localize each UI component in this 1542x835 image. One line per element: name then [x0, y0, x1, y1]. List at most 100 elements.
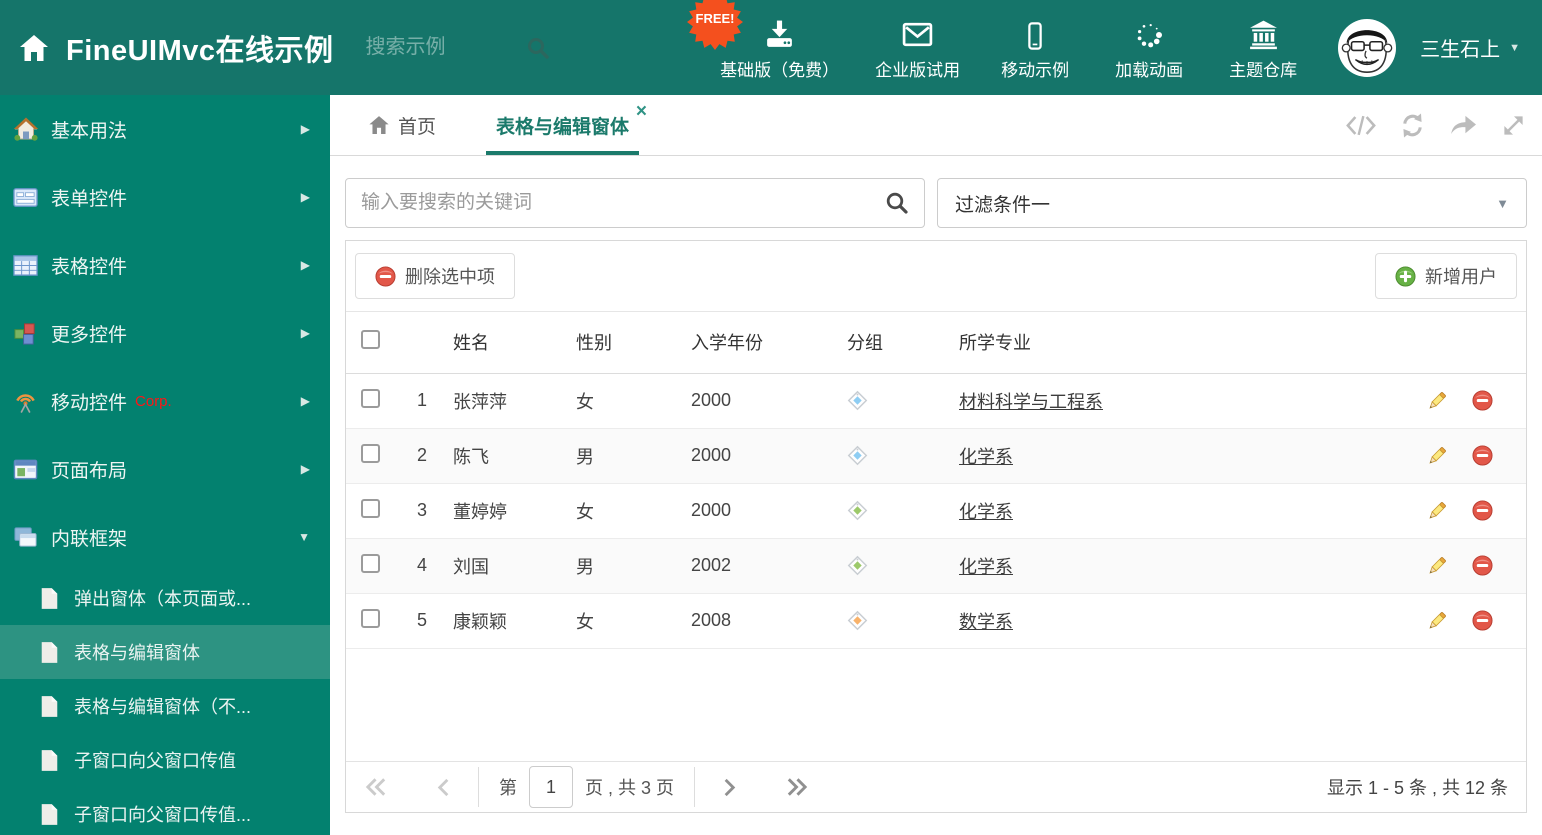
header-nav-theme-store[interactable]: 主题仓库: [1224, 15, 1302, 81]
page-number-input[interactable]: [529, 766, 573, 808]
delete-icon[interactable]: [1472, 610, 1493, 631]
chevron-right-icon: ▶: [300, 326, 310, 340]
page-suffix: 页 , 共 3 页: [585, 778, 675, 798]
delete-icon[interactable]: [1472, 500, 1493, 521]
home-icon[interactable]: [18, 31, 52, 65]
sidebar-subitem-grid-edit-window[interactable]: 表格与编辑窗体: [0, 625, 330, 679]
file-icon: [40, 641, 59, 664]
column-header-gender: 性别: [576, 333, 612, 354]
cell-name: 张萍萍: [453, 391, 507, 412]
search-icon[interactable]: [526, 36, 550, 60]
major-link[interactable]: 化学系: [959, 557, 1013, 577]
delete-icon[interactable]: [1472, 445, 1493, 466]
chevron-right-icon: ▶: [300, 394, 310, 408]
tag-icon: [847, 555, 868, 576]
grid-toolbar: 删除选中项 新增用户: [346, 241, 1526, 312]
page-prefix: 第: [499, 778, 517, 798]
sidebar-subitem-grid-edit-window-no[interactable]: 表格与编辑窗体（不...: [0, 679, 330, 733]
table-row: 5 康颖颖 女 2008 数学系: [346, 593, 1526, 648]
delete-icon[interactable]: [1472, 390, 1493, 411]
prev-page-icon[interactable]: [435, 776, 454, 799]
edit-icon[interactable]: [1426, 610, 1448, 632]
avatar[interactable]: [1338, 18, 1397, 77]
sidebar-item-mobile-controls[interactable]: 移动控件 Corp. ▶: [0, 367, 330, 435]
edit-icon[interactable]: [1426, 390, 1448, 412]
last-page-icon[interactable]: [784, 775, 809, 799]
search-icon[interactable]: [885, 191, 909, 215]
header-nav-label: 基础版（免费）: [720, 60, 840, 80]
header-nav-label: 主题仓库: [1229, 60, 1298, 80]
expand-icon[interactable]: [1501, 113, 1526, 138]
keyword-search-input[interactable]: [361, 192, 885, 214]
major-link[interactable]: 数学系: [959, 612, 1013, 632]
delete-icon[interactable]: [1472, 555, 1493, 576]
close-icon[interactable]: ×: [636, 102, 647, 121]
row-checkbox[interactable]: [361, 443, 380, 463]
row-number: 1: [416, 390, 427, 410]
next-page-icon[interactable]: [719, 776, 738, 799]
cell-gender: 女: [576, 611, 594, 632]
refresh-icon[interactable]: [1399, 112, 1426, 139]
sidebar-subitem-label: 表格与编辑窗体: [74, 643, 200, 663]
spinner-icon: [1133, 15, 1165, 51]
edit-icon[interactable]: [1426, 555, 1448, 577]
corp-badge: Corp.: [135, 392, 172, 410]
sidebar-subitem-child-to-parent[interactable]: 子窗口向父窗口传值: [0, 733, 330, 787]
tag-icon: [847, 445, 868, 466]
sidebar-subitem-popup-window[interactable]: 弹出窗体（本页面或...: [0, 571, 330, 625]
sidebar-item-grid-controls[interactable]: 表格控件 ▶: [0, 231, 330, 299]
sidebar-item-more-controls[interactable]: 更多控件 ▶: [0, 299, 330, 367]
sidebar-item-label: 页面布局: [51, 460, 128, 482]
edit-icon[interactable]: [1426, 500, 1448, 522]
sidebar-item-form-controls[interactable]: 表单控件 ▶: [0, 163, 330, 231]
tab-bar: 首页 表格与编辑窗体 ×: [330, 95, 1542, 156]
header-nav-label: 加载动画: [1115, 60, 1184, 80]
cell-name: 刘国: [453, 556, 489, 577]
sidebar-subitem-child-to-parent-2[interactable]: 子窗口向父窗口传值...: [0, 787, 330, 835]
sidebar-subitem-label: 子窗口向父窗口传值...: [74, 805, 252, 825]
column-header-year: 入学年份: [691, 333, 763, 354]
cell-gender: 男: [576, 556, 594, 577]
source-code-icon[interactable]: [1346, 113, 1376, 138]
header-search-input[interactable]: [365, 36, 526, 59]
tab-home[interactable]: 首页: [358, 95, 446, 155]
row-number: 4: [416, 555, 427, 575]
tab-grid-edit-window[interactable]: 表格与编辑窗体 ×: [486, 95, 647, 155]
cell-year: 2000: [691, 445, 732, 465]
header-nav-enterprise-trial[interactable]: 企业版试用: [875, 15, 960, 81]
header-nav-mobile-demo[interactable]: 移动示例: [996, 15, 1074, 81]
sidebar-item-basic-usage[interactable]: 基本用法 ▶: [0, 95, 330, 163]
table-row: 4 刘国 男 2002 化学系: [346, 538, 1526, 593]
delete-selected-button[interactable]: 删除选中项: [355, 253, 515, 299]
chevron-down-icon: ▼: [1496, 195, 1509, 211]
column-header-name: 姓名: [453, 333, 489, 354]
row-checkbox[interactable]: [361, 388, 380, 408]
edit-icon[interactable]: [1426, 445, 1448, 467]
row-checkbox[interactable]: [361, 553, 380, 573]
major-link[interactable]: 化学系: [959, 502, 1013, 522]
plus-circle-icon: [1395, 265, 1416, 287]
header-nav-basic-edition[interactable]: 基础版（免费）: [720, 15, 839, 81]
row-checkbox[interactable]: [361, 498, 380, 518]
row-checkbox[interactable]: [361, 608, 380, 628]
table-row: 3 董婷婷 女 2000 化学系: [346, 483, 1526, 538]
major-link[interactable]: 化学系: [959, 447, 1013, 467]
header-nav-loading-animation[interactable]: 加载动画: [1110, 15, 1188, 81]
user-menu[interactable]: 三生石上 ▼: [1420, 33, 1520, 62]
sidebar-subitem-label: 弹出窗体（本页面或...: [74, 589, 252, 609]
first-page-icon[interactable]: [364, 775, 389, 799]
envelope-icon: [901, 15, 934, 51]
cubes-icon: [13, 320, 39, 346]
row-number: 5: [416, 610, 427, 630]
sidebar-item-inline-frame[interactable]: 内联框架 ▼: [0, 503, 330, 571]
row-number: 2: [416, 445, 427, 465]
share-icon[interactable]: [1449, 113, 1478, 138]
select-all-checkbox[interactable]: [361, 330, 380, 350]
add-user-button[interactable]: 新增用户: [1375, 253, 1517, 299]
grid-panel: 删除选中项 新增用户 姓名 性别 入学年份 分组 所学专业 1 张萍萍 女 20…: [345, 240, 1527, 813]
major-link[interactable]: 材料科学与工程系: [959, 392, 1103, 412]
filter-dropdown[interactable]: 过滤条件一 ▼: [937, 178, 1527, 228]
chevron-right-icon: ▶: [300, 462, 310, 476]
sidebar-item-page-layout[interactable]: 页面布局 ▶: [0, 435, 330, 503]
tag-icon: [847, 500, 868, 521]
